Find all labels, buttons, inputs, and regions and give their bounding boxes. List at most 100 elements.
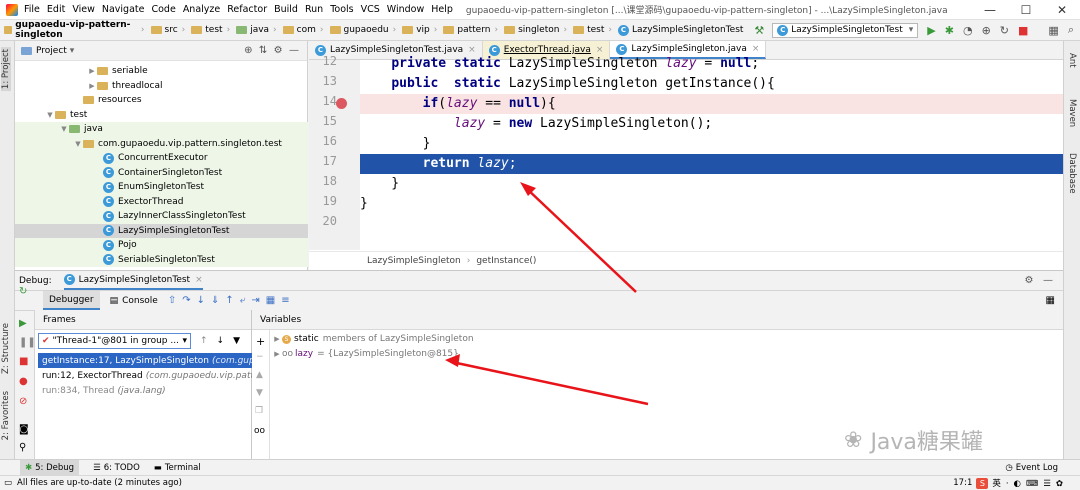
remove-watch-icon[interactable]: −: [256, 352, 264, 362]
menu-refactor[interactable]: Refactor: [227, 4, 267, 15]
status-toggle-icon[interactable]: ▭: [4, 478, 12, 488]
rerun-icon[interactable]: ↻: [1000, 24, 1009, 37]
run-config-select[interactable]: C LazySimpleSingletonTest ▾: [772, 22, 919, 38]
tree-item-class[interactable]: C ConcurrentExecutor: [15, 151, 308, 166]
mute-breakpoints-icon[interactable]: ⊘: [19, 396, 27, 407]
breadcrumb-pattern[interactable]: pattern: [439, 25, 490, 35]
menu-navigate[interactable]: Navigate: [102, 4, 145, 15]
search-icon[interactable]: ⌕: [1068, 23, 1074, 37]
menu-view[interactable]: View: [72, 4, 95, 15]
ant-tool-tab[interactable]: Ant: [1067, 53, 1077, 68]
trace-icon[interactable]: ≡: [281, 295, 295, 306]
run-icon[interactable]: ▶: [927, 24, 935, 37]
hammer-icon[interactable]: ⚒: [754, 24, 764, 37]
down-icon[interactable]: ▼: [256, 388, 263, 398]
menu-edit[interactable]: Edit: [47, 4, 65, 15]
breadcrumb-method[interactable]: getInstance(): [476, 256, 536, 266]
structure-tool-tab[interactable]: Z: Structure: [1, 323, 11, 374]
minimize-button[interactable]: —: [972, 3, 1008, 17]
code-line-17-current[interactable]: return lazy;: [360, 154, 1063, 174]
breadcrumb-test-pkg[interactable]: test: [569, 25, 604, 35]
chevron-down-icon[interactable]: ▼: [73, 140, 83, 148]
gear-icon[interactable]: ⚙: [274, 45, 283, 56]
chevron-right-icon[interactable]: ▶: [272, 335, 282, 343]
tree-item-class[interactable]: C Pojo: [15, 238, 308, 253]
hide-icon[interactable]: —: [1043, 275, 1053, 286]
up-icon[interactable]: ▲: [256, 370, 263, 380]
close-button[interactable]: ✕: [1044, 3, 1080, 17]
editor-gutter[interactable]: 12 13 14 15 16 17 18 19 20: [309, 54, 360, 250]
drop-frame-icon[interactable]: ⤶: [240, 295, 252, 306]
tree-item-class[interactable]: C LazyInnerClassSingletonTest: [15, 209, 308, 224]
tree-item-threadlocal[interactable]: ▶ threadlocal: [15, 79, 308, 94]
maximize-button[interactable]: ☐: [1008, 3, 1044, 17]
chevron-right-icon[interactable]: ▶: [87, 82, 97, 90]
frame-item[interactable]: run:834, Thread (java.lang): [38, 383, 252, 398]
coverage-icon[interactable]: ◔: [963, 24, 973, 37]
hide-icon[interactable]: —: [289, 45, 299, 56]
step-into-icon[interactable]: ↓: [197, 295, 211, 306]
menu-tools[interactable]: Tools: [330, 4, 353, 15]
new-watch-icon[interactable]: +: [256, 335, 265, 348]
close-tab-icon[interactable]: ×: [752, 44, 760, 54]
force-step-into-icon[interactable]: ⇓: [211, 295, 225, 306]
tree-item-test[interactable]: ▼ test: [15, 108, 308, 123]
stop-icon[interactable]: ■: [19, 356, 28, 367]
chevron-right-icon[interactable]: ▶: [272, 350, 282, 358]
variable-lazy[interactable]: ▶ oo lazy = {LazySimpleSingleton@815}: [272, 347, 459, 361]
maven-tool-tab[interactable]: Maven: [1067, 99, 1077, 127]
filter-icon[interactable]: ▼: [233, 336, 240, 346]
code-line-20[interactable]: [360, 214, 1063, 234]
chevron-down-icon[interactable]: ▾: [70, 46, 75, 56]
chevron-down-icon[interactable]: ▼: [59, 125, 69, 133]
menu-run[interactable]: Run: [305, 4, 323, 15]
breadcrumb-class[interactable]: C LazySimpleSingletonTest: [614, 24, 743, 36]
menu-help[interactable]: Help: [431, 4, 453, 15]
profile-icon[interactable]: ⊕: [982, 24, 991, 37]
view-breakpoints-icon[interactable]: ●: [19, 376, 28, 387]
code-line-13[interactable]: public static LazySimpleSingleton getIns…: [360, 74, 1063, 94]
breadcrumb-gupaoedu[interactable]: gupaoedu: [326, 25, 389, 35]
tree-item-resources[interactable]: resources: [15, 93, 308, 108]
breadcrumb-com[interactable]: com: [279, 25, 316, 35]
project-tool-tab[interactable]: 1: Project: [1, 47, 11, 92]
code-line-15[interactable]: lazy = new LazySimpleSingleton();: [360, 114, 1063, 134]
glasses-icon[interactable]: oo: [254, 426, 265, 436]
favorites-tool-tab[interactable]: 2: Favorites: [1, 391, 11, 440]
close-tab-icon[interactable]: ×: [195, 275, 203, 285]
arrow-down-icon[interactable]: ↓: [217, 336, 225, 346]
evaluate-icon[interactable]: ▦: [266, 295, 281, 306]
breadcrumb-project[interactable]: gupaoedu-vip-pattern-singleton: [0, 20, 137, 40]
project-structure-icon[interactable]: ▦: [1048, 24, 1058, 37]
code-line-16[interactable]: }: [360, 134, 1063, 154]
step-out-icon[interactable]: ↑: [225, 295, 239, 306]
breadcrumb-java[interactable]: java: [232, 25, 269, 35]
show-execution-point-icon[interactable]: ⇧: [168, 295, 182, 306]
menu-file[interactable]: File: [24, 4, 40, 15]
code-line-14[interactable]: if(lazy == null){: [360, 94, 1063, 114]
tree-item-java[interactable]: ▼ java: [15, 122, 308, 137]
tab-console[interactable]: ▤ Console: [110, 296, 158, 306]
pause-icon[interactable]: ❚❚: [19, 337, 36, 348]
pin-icon[interactable]: ⚲: [19, 442, 26, 453]
tree-item-class[interactable]: C EnumSingletonTest: [15, 180, 308, 195]
rerun-icon[interactable]: ↻: [19, 286, 27, 297]
database-tool-tab[interactable]: Database: [1067, 153, 1077, 194]
variable-static[interactable]: ▶ S static members of LazySimpleSingleto…: [272, 332, 473, 346]
debug-session-tab[interactable]: C LazySimpleSingletonTest ×: [63, 272, 203, 290]
breakpoint-icon[interactable]: [336, 98, 347, 109]
copy-icon[interactable]: ❐: [255, 406, 263, 416]
stop-icon[interactable]: ■: [1018, 24, 1028, 37]
gear-icon[interactable]: ⚙: [1024, 275, 1033, 286]
breadcrumb-singleton[interactable]: singleton: [500, 25, 559, 35]
code-line-18[interactable]: }: [360, 174, 1063, 194]
tree-item-class[interactable]: C ExectorThread: [15, 194, 308, 209]
sync-icon[interactable]: ⊕: [244, 45, 252, 56]
caret-position[interactable]: 17:1: [953, 478, 972, 488]
chevron-down-icon[interactable]: ▼: [45, 111, 55, 119]
chevron-right-icon[interactable]: ▶: [87, 67, 97, 75]
run-to-cursor-icon[interactable]: ⇥: [251, 295, 265, 306]
resume-icon[interactable]: ▶: [19, 318, 27, 329]
tab-debugger[interactable]: Debugger: [43, 291, 100, 310]
tab-debug[interactable]: ✱ 5: Debug: [20, 460, 80, 475]
